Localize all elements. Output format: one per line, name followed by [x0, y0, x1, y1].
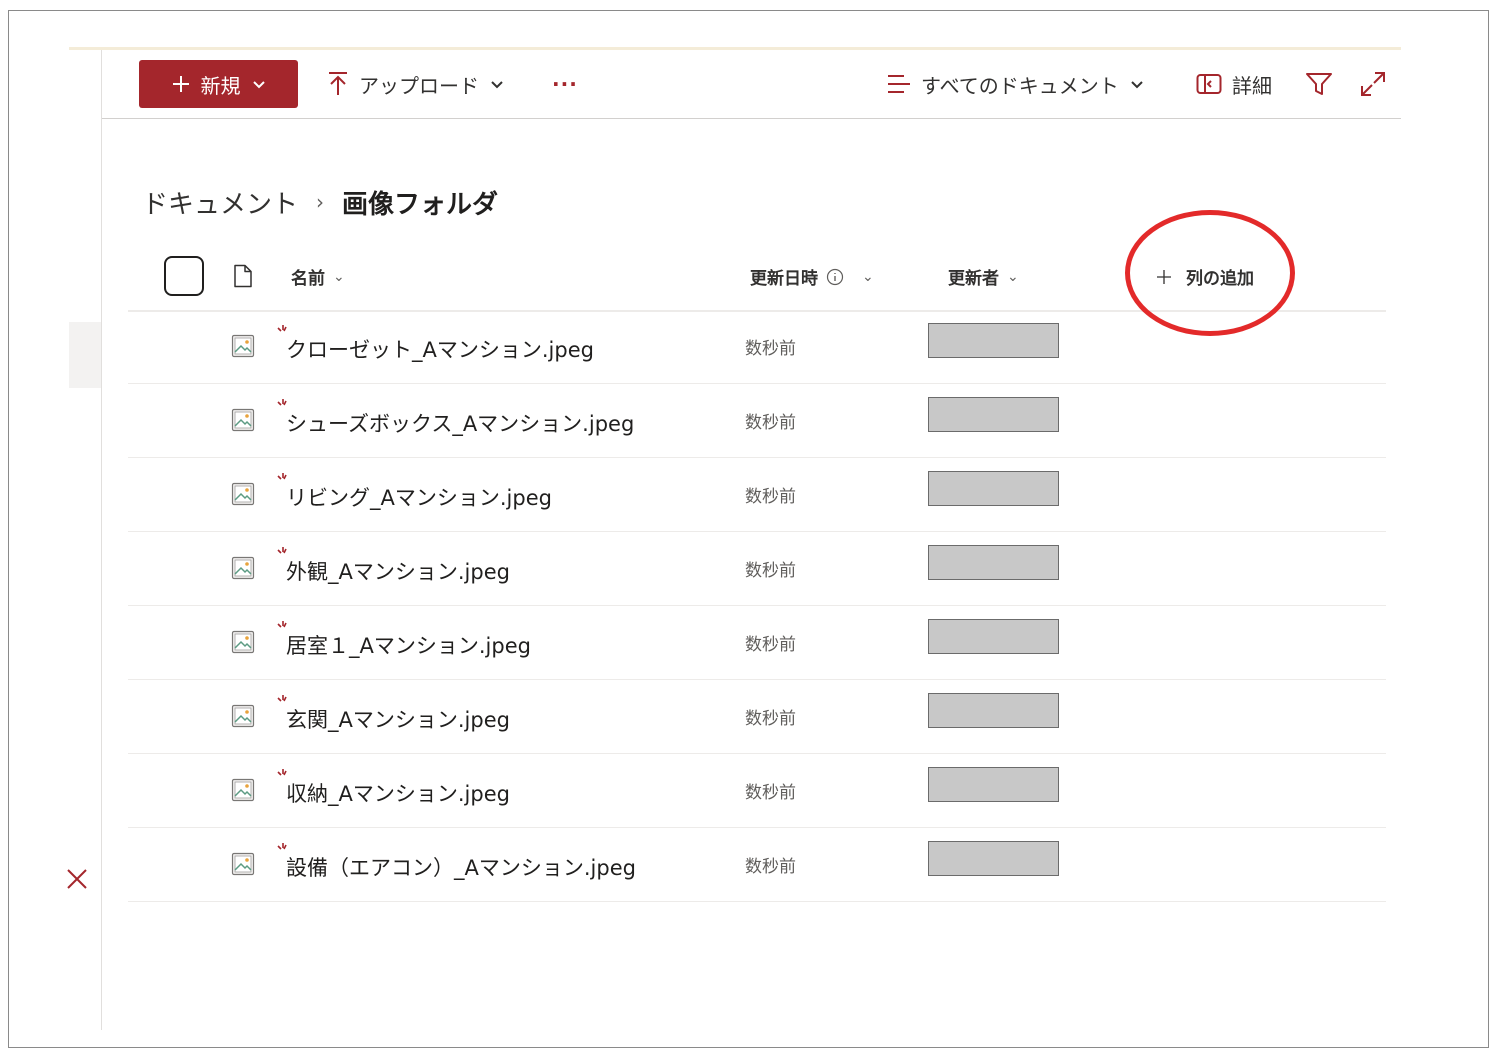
file-name-link[interactable]: リビング_Aマンション.jpeg	[286, 482, 552, 512]
column-header-modified[interactable]: 更新日時 ⌄	[750, 264, 874, 289]
column-header-name[interactable]: 名前 ⌄	[291, 264, 345, 290]
breadcrumb-current: 画像フォルダ	[342, 189, 499, 220]
image-file-icon	[231, 334, 255, 358]
file-modified: 数秒前	[745, 783, 796, 803]
table-row[interactable]: 収納_Aマンション.jpeg 数秒前	[128, 754, 1386, 828]
image-file-icon	[231, 556, 255, 580]
upload-button[interactable]: アップロード	[327, 68, 505, 100]
details-pane-button[interactable]: 詳細	[1196, 68, 1272, 100]
modified-by-redacted	[928, 693, 1059, 728]
table-row[interactable]: 外観_Aマンション.jpeg 数秒前	[128, 532, 1386, 606]
file-modified: 数秒前	[745, 857, 796, 877]
modified-by-redacted	[928, 841, 1059, 876]
chevron-down-icon	[252, 81, 265, 89]
view-lines-icon	[888, 75, 910, 93]
expand-icon	[1361, 72, 1385, 96]
view-selector-label: すべてのドキュメント	[921, 73, 1119, 98]
upload-label: アップロード	[359, 73, 479, 98]
table-row[interactable]: 設備（エアコン）_Aマンション.jpeg 数秒前	[128, 828, 1386, 902]
modified-by-redacted	[928, 545, 1059, 580]
file-modified: 数秒前	[745, 487, 796, 507]
add-column-label: 列の追加	[1186, 269, 1254, 289]
left-rail-divider	[101, 50, 102, 1030]
close-icon[interactable]	[64, 866, 90, 892]
image-file-icon	[231, 704, 255, 728]
file-name-link[interactable]: 居室１_Aマンション.jpeg	[286, 630, 531, 660]
file-modified: 数秒前	[745, 339, 796, 359]
upload-arrow-icon	[329, 72, 347, 95]
filter-button[interactable]	[1305, 68, 1333, 100]
new-button[interactable]: 新規	[139, 60, 298, 108]
more-actions-label: ···	[552, 72, 578, 96]
breadcrumb-root[interactable]: ドキュメント	[142, 184, 298, 221]
add-column-button[interactable]: 列の追加	[1156, 264, 1254, 289]
chevron-down-icon: ⌄	[1007, 268, 1019, 285]
left-rail-selected-item[interactable]	[69, 322, 101, 388]
command-bar: 新規 アップロード ··· すべてのドキュメント 詳細	[102, 50, 1401, 119]
breadcrumb: ドキュメント › 画像フォルダ	[142, 182, 498, 222]
modified-by-redacted	[928, 471, 1059, 506]
file-modified: 数秒前	[745, 709, 796, 729]
file-modified: 数秒前	[745, 635, 796, 655]
file-name-link[interactable]: 玄関_Aマンション.jpeg	[286, 704, 510, 734]
column-modified-label: 更新日時	[750, 269, 818, 289]
table-row[interactable]: リビング_Aマンション.jpeg 数秒前	[128, 458, 1386, 532]
image-file-icon	[231, 852, 255, 876]
file-name-link[interactable]: 設備（エアコン）_Aマンション.jpeg	[286, 852, 636, 882]
select-all-checkbox[interactable]	[164, 256, 204, 296]
modified-by-redacted	[928, 619, 1059, 654]
file-name-link[interactable]: シューズボックス_Aマンション.jpeg	[286, 408, 634, 438]
column-modified-by-label: 更新者	[948, 269, 999, 289]
file-name-link[interactable]: クローゼット_Aマンション.jpeg	[286, 334, 594, 364]
chevron-down-icon	[491, 81, 503, 89]
table-row[interactable]: シューズボックス_Aマンション.jpeg 数秒前	[128, 384, 1386, 458]
chevron-down-icon: ⌄	[862, 268, 874, 285]
file-modified: 数秒前	[745, 561, 796, 581]
chevron-down-icon	[1131, 81, 1143, 89]
list-header: 名前 ⌄ 更新日時 ⌄ 更新者 ⌄ 列の追加	[128, 248, 1386, 312]
chevron-down-icon: ⌄	[333, 268, 345, 285]
table-row[interactable]: クローゼット_Aマンション.jpeg 数秒前	[128, 310, 1386, 384]
file-type-icon[interactable]	[233, 264, 253, 288]
file-name-link[interactable]: 外観_Aマンション.jpeg	[286, 556, 510, 586]
filter-icon	[1306, 73, 1332, 95]
image-file-icon	[231, 630, 255, 654]
expand-button[interactable]	[1360, 68, 1386, 100]
view-selector-button[interactable]: すべてのドキュメント	[887, 68, 1145, 100]
new-button-label: 新規	[200, 73, 241, 98]
column-header-modified-by[interactable]: 更新者 ⌄	[948, 264, 1019, 290]
image-file-icon	[231, 408, 255, 432]
image-file-icon	[231, 482, 255, 506]
image-file-icon	[231, 778, 255, 802]
breadcrumb-separator: ›	[316, 190, 325, 214]
more-actions-button[interactable]: ···	[552, 68, 578, 100]
file-modified: 数秒前	[745, 413, 796, 433]
file-list: クローゼット_Aマンション.jpeg 数秒前 シューズボックス_Aマンション.j…	[128, 310, 1386, 902]
plus-icon	[1157, 269, 1171, 284]
details-pane-icon	[1196, 74, 1222, 94]
modified-by-redacted	[928, 323, 1059, 358]
table-row[interactable]: 居室１_Aマンション.jpeg 数秒前	[128, 606, 1386, 680]
modified-by-redacted	[928, 767, 1059, 802]
file-name-link[interactable]: 収納_Aマンション.jpeg	[286, 778, 510, 808]
modified-by-redacted	[928, 397, 1059, 432]
details-label: 詳細	[1232, 73, 1272, 98]
plus-icon	[172, 76, 189, 92]
column-name-label: 名前	[291, 269, 325, 289]
info-icon[interactable]	[826, 268, 844, 286]
table-row[interactable]: 玄関_Aマンション.jpeg 数秒前	[128, 680, 1386, 754]
